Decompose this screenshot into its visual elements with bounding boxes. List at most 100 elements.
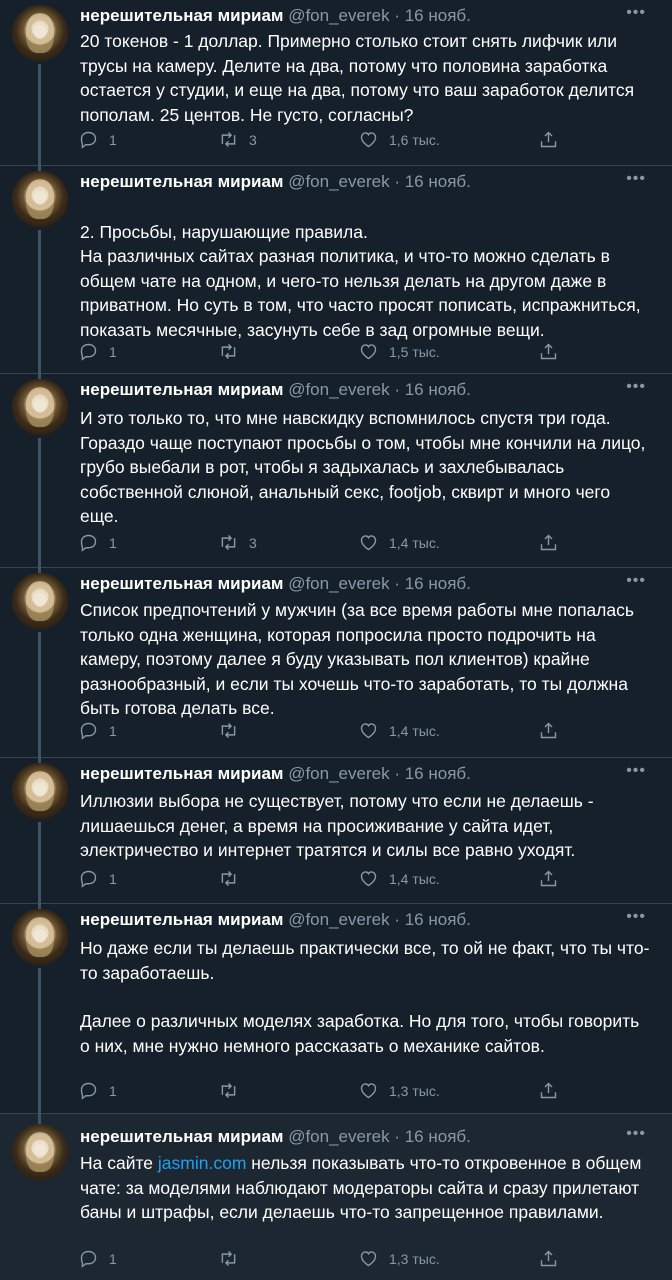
share-icon bbox=[540, 131, 557, 148]
retweet-icon bbox=[221, 344, 236, 359]
tweet[interactable]: нерешительная мириам @fon_everek · 16 но… bbox=[0, 758, 672, 904]
jasmin-link[interactable]: jasmin.com bbox=[158, 1153, 247, 1173]
tweet[interactable]: нерешительная мириам @fon_everek · 16 но… bbox=[0, 166, 672, 374]
tweet-date[interactable]: 16 нояб. bbox=[405, 6, 471, 25]
reply-count: 1 bbox=[109, 131, 117, 148]
author-name[interactable]: нерешительная мириам bbox=[80, 6, 283, 25]
tweet[interactable]: нерешительная мириам @fon_everek · 16 но… bbox=[0, 0, 672, 166]
author-name[interactable]: нерешительная мириам bbox=[80, 172, 283, 191]
reply-button[interactable]: 1 bbox=[78, 1248, 117, 1269]
like-button[interactable]: 1,3 тыс. bbox=[358, 1248, 440, 1269]
reply-count: 1 bbox=[109, 343, 117, 360]
author-handle[interactable]: @fon_everek bbox=[288, 1127, 389, 1146]
avatar[interactable] bbox=[12, 763, 68, 819]
tweet[interactable]: нерешительная мириам @fon_everek · 16 но… bbox=[0, 568, 672, 758]
author-name[interactable]: нерешительная мириам bbox=[80, 764, 283, 783]
reply-button[interactable]: 1 bbox=[78, 868, 117, 889]
more-icon[interactable]: ••• bbox=[626, 572, 646, 590]
like-icon bbox=[360, 1083, 377, 1099]
like-button[interactable]: 1,3 тыс. bbox=[358, 1080, 440, 1101]
tweet-header: нерешительная мириам @fon_everek · 16 но… bbox=[80, 379, 471, 401]
tweet-date[interactable]: 16 нояб. bbox=[405, 574, 471, 593]
reply-count: 1 bbox=[109, 1082, 117, 1099]
author-handle[interactable]: @fon_everek bbox=[288, 172, 389, 191]
tweet-date[interactable]: 16 нояб. bbox=[405, 764, 471, 783]
reply-button[interactable]: 1 bbox=[78, 720, 117, 741]
like-icon bbox=[360, 871, 377, 887]
retweet-button[interactable] bbox=[218, 720, 249, 741]
tweet-date[interactable]: 16 нояб. bbox=[405, 1127, 471, 1146]
avatar[interactable] bbox=[12, 379, 68, 435]
avatar[interactable] bbox=[12, 573, 68, 629]
avatar[interactable] bbox=[12, 171, 68, 227]
tweet-focused[interactable]: нерешительная мириам @fon_everek · 16 но… bbox=[0, 1114, 672, 1280]
tweet[interactable]: нерешительная мириам @fon_everek · 16 но… bbox=[0, 904, 672, 1114]
like-button[interactable]: 1,5 тыс. bbox=[358, 341, 440, 362]
share-button[interactable] bbox=[538, 868, 559, 889]
author-name[interactable]: нерешительная мириам bbox=[80, 910, 283, 929]
share-button[interactable] bbox=[538, 1080, 559, 1101]
tweet-date[interactable]: 16 нояб. bbox=[405, 910, 471, 929]
tweet-paragraph: Список предпочтений у мужчин (за все вре… bbox=[80, 600, 634, 718]
share-button[interactable] bbox=[538, 341, 559, 362]
like-icon bbox=[360, 132, 377, 148]
tweet-header: нерешительная мириам @fon_everek · 16 но… bbox=[80, 573, 471, 595]
avatar[interactable] bbox=[12, 5, 68, 61]
author-name[interactable]: нерешительная мириам bbox=[80, 1127, 283, 1146]
retweet-button[interactable] bbox=[218, 868, 249, 889]
author-handle[interactable]: @fon_everek bbox=[288, 910, 389, 929]
more-icon[interactable]: ••• bbox=[626, 762, 646, 780]
avatar[interactable] bbox=[12, 909, 68, 965]
reply-button[interactable]: 1 bbox=[78, 129, 117, 150]
tweet-actions: 1 1,3 тыс. bbox=[78, 1248, 578, 1272]
share-button[interactable] bbox=[538, 1248, 559, 1269]
reply-button[interactable]: 1 bbox=[78, 532, 117, 553]
tweet-actions: 1 3 1,4 тыс. bbox=[78, 532, 578, 556]
like-count: 1,5 тыс. bbox=[389, 343, 440, 360]
tweet-text: Список предпочтений у мужчин (за все вре… bbox=[80, 598, 650, 721]
like-button[interactable]: 1,4 тыс. bbox=[358, 868, 440, 889]
share-button[interactable] bbox=[538, 129, 559, 150]
author-handle[interactable]: @fon_everek bbox=[288, 764, 389, 783]
tweet-date[interactable]: 16 нояб. bbox=[405, 380, 471, 399]
share-icon bbox=[540, 343, 557, 360]
retweet-icon bbox=[221, 132, 236, 147]
more-icon[interactable]: ••• bbox=[626, 1125, 646, 1143]
tweet-text: И это только то, что мне навскидку вспом… bbox=[80, 406, 650, 529]
like-button[interactable]: 1,6 тыс. bbox=[358, 129, 440, 150]
separator: · bbox=[394, 1127, 400, 1146]
like-button[interactable]: 1,4 тыс. bbox=[358, 532, 440, 553]
separator: · bbox=[394, 380, 400, 399]
author-handle[interactable]: @fon_everek bbox=[288, 6, 389, 25]
author-handle[interactable]: @fon_everek bbox=[288, 380, 389, 399]
more-icon[interactable]: ••• bbox=[626, 378, 646, 396]
tweet[interactable]: нерешительная мириам @fon_everek · 16 но… bbox=[0, 374, 672, 568]
retweet-icon bbox=[221, 1083, 236, 1098]
share-icon bbox=[540, 1250, 557, 1267]
author-name[interactable]: нерешительная мириам bbox=[80, 380, 283, 399]
more-icon[interactable]: ••• bbox=[626, 4, 646, 22]
reply-icon bbox=[80, 1250, 97, 1268]
reply-button[interactable]: 1 bbox=[78, 341, 117, 362]
tweet-date[interactable]: 16 нояб. bbox=[405, 172, 471, 191]
share-button[interactable] bbox=[538, 720, 559, 741]
more-icon[interactable]: ••• bbox=[626, 908, 646, 926]
retweet-button[interactable] bbox=[218, 1248, 249, 1269]
retweet-button[interactable] bbox=[218, 341, 249, 362]
author-name[interactable]: нерешительная мириам bbox=[80, 574, 283, 593]
like-button[interactable]: 1,4 тыс. bbox=[358, 720, 440, 741]
reply-button[interactable]: 1 bbox=[78, 1080, 117, 1101]
thread-line bbox=[38, 968, 41, 1114]
author-handle[interactable]: @fon_everek bbox=[288, 574, 389, 593]
tweet-actions: 1 3 1,6 тыс. bbox=[78, 129, 578, 153]
separator: · bbox=[394, 6, 400, 25]
retweet-button[interactable] bbox=[218, 1080, 249, 1101]
thread-line bbox=[38, 230, 41, 374]
retweet-button[interactable]: 3 bbox=[218, 129, 257, 150]
retweet-button[interactable]: 3 bbox=[218, 532, 257, 553]
like-count: 1,3 тыс. bbox=[389, 1082, 440, 1099]
share-button[interactable] bbox=[538, 532, 559, 553]
more-icon[interactable]: ••• bbox=[626, 170, 646, 188]
tweet-paragraph: Но даже если ты делаешь практически все,… bbox=[80, 938, 650, 983]
avatar[interactable] bbox=[12, 1124, 68, 1180]
